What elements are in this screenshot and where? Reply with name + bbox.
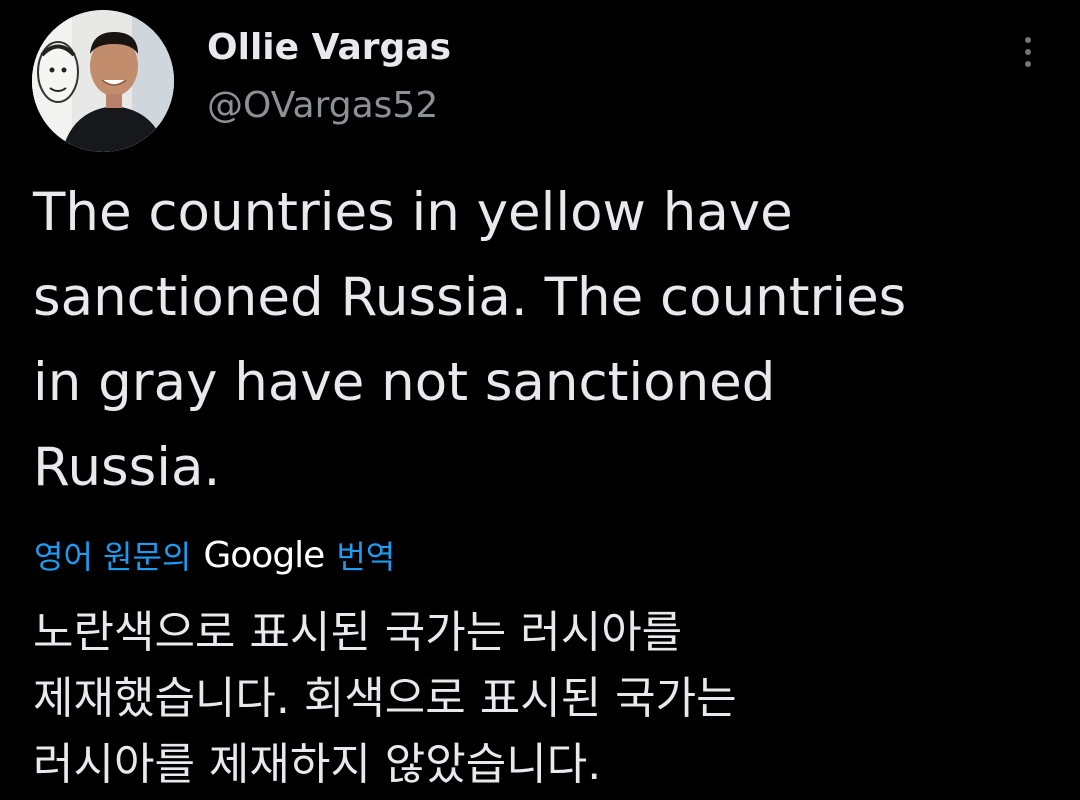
profile-photo	[32, 10, 174, 152]
more-options-button[interactable]	[1008, 28, 1048, 76]
translated-text: 노란색으로 표시된 국가는 러시아를 제재했습니다. 회색으로 표시된 국가는 …	[33, 607, 737, 790]
author-names: Ollie Vargas @OVargas52	[207, 20, 451, 136]
translate-label[interactable]: 번역	[336, 532, 395, 578]
display-name[interactable]: Ollie Vargas	[207, 20, 451, 76]
more-vertical-icon-dot	[1025, 61, 1031, 67]
translation-attribution: 영어 원문의 Google 번역	[34, 530, 395, 580]
more-vertical-icon	[1025, 37, 1031, 43]
avatar[interactable]	[32, 10, 174, 152]
google-logo: Google	[203, 534, 325, 576]
tweet-text: The countries in yellow have sanctioned …	[33, 182, 907, 498]
tweet: Ollie Vargas @OVargas52 The countries in…	[0, 0, 1080, 800]
more-vertical-icon-dot	[1025, 49, 1031, 55]
translate-source-label[interactable]: 영어 원문의	[34, 532, 191, 578]
user-handle[interactable]: @OVargas52	[207, 76, 451, 136]
